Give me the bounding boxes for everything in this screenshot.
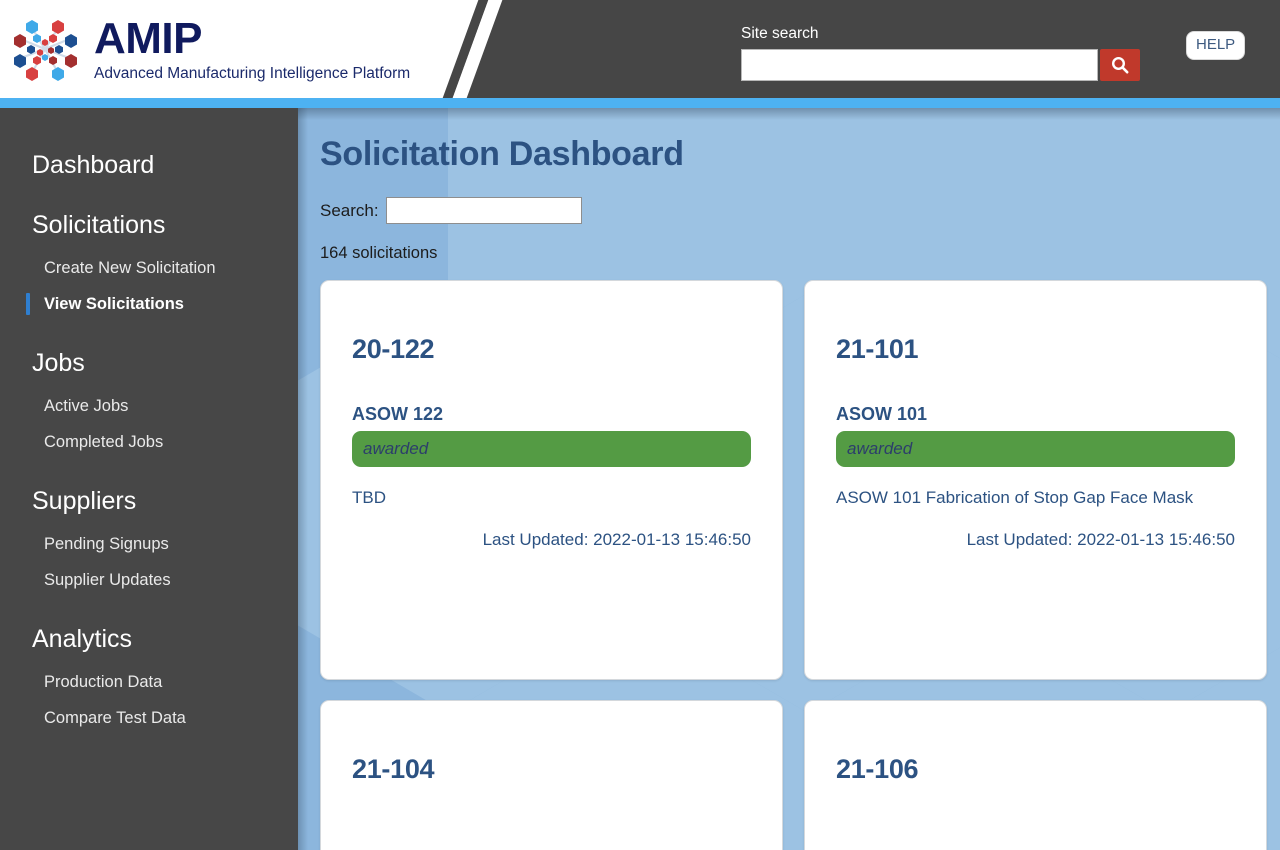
solicitation-cards-grid: 20-122 ASOW 122 awarded TBD Last Updated… — [320, 280, 1280, 850]
search-label: Search: — [320, 200, 379, 220]
network-nodes-icon — [10, 14, 80, 84]
site-search-button[interactable] — [1100, 49, 1140, 81]
search-icon — [1110, 55, 1130, 75]
search-input[interactable] — [385, 197, 582, 224]
card-last-updated: Last Updated: 2022-01-13 15:46:50 — [966, 530, 1235, 549]
app-root: AMIP Advanced Manufacturing Intelligence… — [0, 0, 1280, 850]
sidebar-item-supplier-updates[interactable]: Supplier Updates — [0, 562, 298, 598]
sidebar-group-jobs: Jobs Active Jobs Completed Jobs — [0, 348, 298, 460]
card-id: 21-104 — [352, 754, 435, 784]
sidebar-item-pending-signups[interactable]: Pending Signups — [0, 526, 298, 562]
card-id: 21-106 — [836, 754, 919, 784]
logo[interactable]: AMIP Advanced Manufacturing Intelligence… — [10, 14, 410, 84]
card-description: ASOW 101 Fabrication of Stop Gap Face Ma… — [836, 488, 1194, 507]
sidebar-heading-suppliers: Suppliers — [32, 487, 137, 515]
card-last-updated: Last Updated: 2022-01-13 15:46:50 — [482, 530, 751, 549]
card-id: 20-122 — [352, 334, 435, 364]
sidebar-heading-analytics: Analytics — [32, 625, 133, 653]
sidebar-group-suppliers: Suppliers Pending Signups Supplier Updat… — [0, 486, 298, 598]
site-search-row — [741, 49, 1141, 81]
solicitation-count: 164 solicitations — [320, 244, 438, 262]
sidebar-item-compare-test-data[interactable]: Compare Test Data — [0, 700, 298, 736]
site-search-input[interactable] — [741, 49, 1098, 81]
sidebar-item-create-new-solicitation[interactable]: Create New Solicitation — [0, 250, 298, 286]
site-search: Site search — [741, 24, 1141, 81]
sidebar-group-dashboard: Dashboard — [0, 150, 298, 180]
sidebar-group-analytics: Analytics Production Data Compare Test D… — [0, 624, 298, 736]
card-description: TBD — [352, 488, 386, 507]
sidebar-item-active-jobs[interactable]: Active Jobs — [0, 388, 298, 424]
main-content: Solicitation Dashboard Search: 164 solic… — [298, 108, 1280, 850]
sidebar-heading-jobs: Jobs — [32, 349, 85, 377]
sidebar-group-solicitations: Solicitations Create New Solicitation Vi… — [0, 210, 298, 322]
site-header: AMIP Advanced Manufacturing Intelligence… — [0, 0, 1280, 98]
header-accent-bar — [0, 98, 1280, 108]
status-badge: awarded — [836, 431, 1235, 467]
sidebar-item-dashboard[interactable]: Dashboard — [0, 150, 298, 180]
sidebar-heading-solicitations: Solicitations — [32, 211, 166, 239]
card-id: 21-101 — [836, 334, 919, 364]
solicitation-search: Search: — [320, 197, 1280, 224]
logo-wordmark: AMIP Advanced Manufacturing Intelligence… — [94, 14, 410, 83]
main-inner: Solicitation Dashboard Search: 164 solic… — [298, 108, 1280, 850]
solicitation-card[interactable]: 21-101 ASOW 101 awarded ASOW 101 Fabrica… — [804, 280, 1267, 680]
site-search-label: Site search — [741, 25, 819, 42]
card-subtitle: ASOW 122 — [352, 404, 444, 424]
logo-subtitle: Advanced Manufacturing Intelligence Plat… — [94, 65, 411, 82]
sidebar-item-view-solicitations[interactable]: View Solicitations — [0, 286, 298, 322]
help-button[interactable]: HELP — [1186, 31, 1246, 60]
sidebar-item-completed-jobs[interactable]: Completed Jobs — [0, 424, 298, 460]
page-title: Solicitation Dashboard — [320, 135, 684, 173]
sidebar: Dashboard Solicitations Create New Solic… — [0, 108, 298, 850]
solicitation-card[interactable]: 21-106 — [804, 700, 1267, 850]
status-badge: awarded — [352, 431, 751, 467]
card-subtitle: ASOW 101 — [836, 404, 928, 424]
logo-title: AMIP — [94, 14, 203, 63]
solicitation-card[interactable]: 20-122 ASOW 122 awarded TBD Last Updated… — [320, 280, 783, 680]
sidebar-item-production-data[interactable]: Production Data — [0, 664, 298, 700]
solicitation-card[interactable]: 21-104 — [320, 700, 783, 850]
